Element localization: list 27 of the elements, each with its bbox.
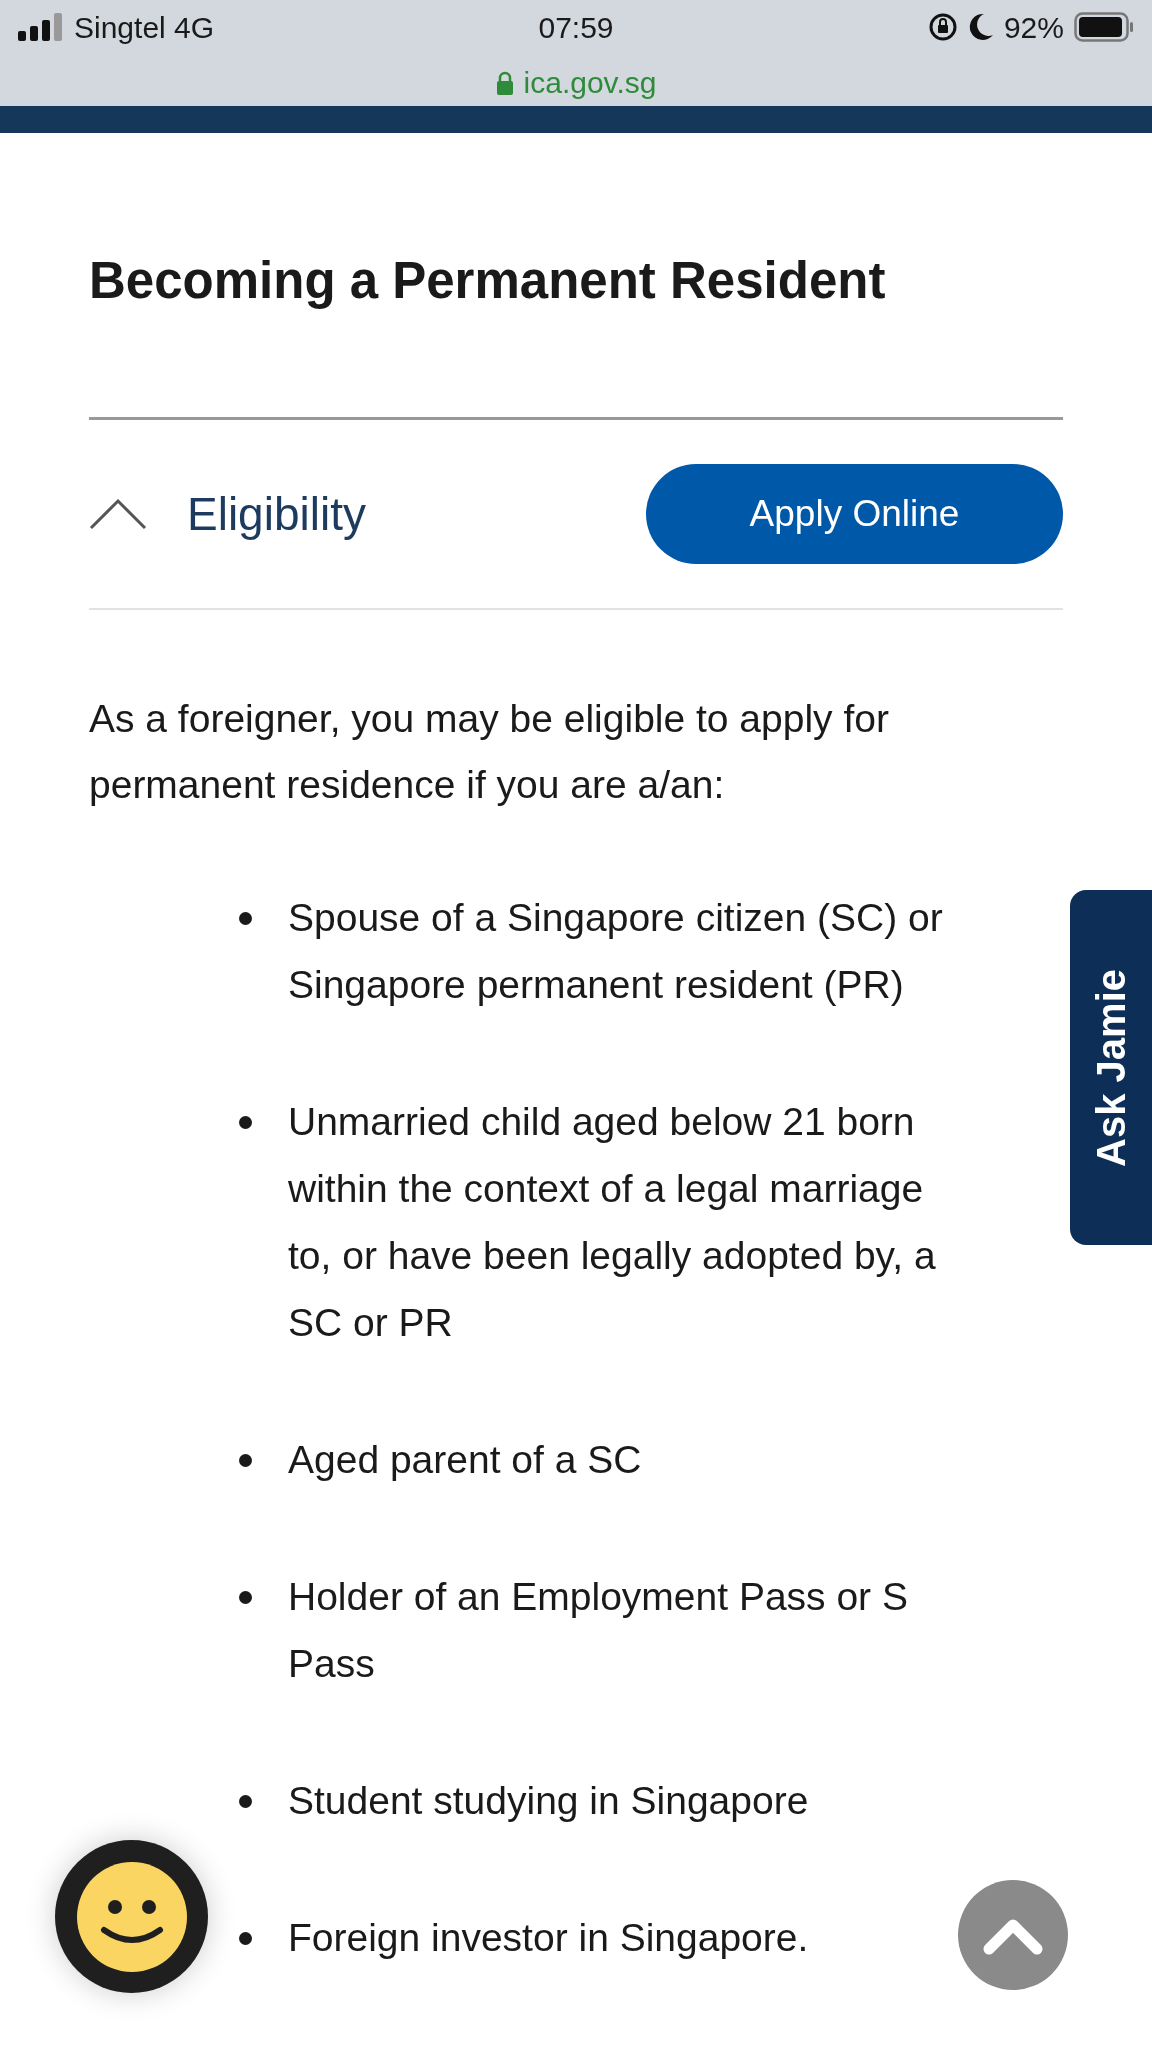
battery-icon	[1074, 12, 1134, 42]
lock-icon	[495, 70, 514, 95]
signal-icon	[18, 13, 64, 41]
chevron-up-icon	[89, 498, 147, 530]
bullet-icon	[239, 1591, 252, 1604]
page-title: Becoming a Permanent Resident	[89, 251, 887, 311]
list-item-text: Spouse of a Singapore citizen (SC) or Singapore permanent resident (PR)	[288, 895, 944, 1008]
accordion-header[interactable]: Eligibility	[89, 479, 366, 549]
bullet-icon	[239, 1795, 252, 1808]
bullet-icon	[239, 1454, 252, 1467]
apply-online-button[interactable]: Apply Online	[646, 464, 1063, 564]
intro-paragraph: As a foreigner, you may be eligible to apply for permanent residence if you are a/an:	[89, 696, 890, 808]
smiley-icon	[76, 1861, 187, 1972]
bullet-icon	[239, 912, 252, 925]
bullet-icon	[239, 1932, 252, 1945]
carrier-label: Singtel 4G	[74, 9, 215, 46]
list-item-text: Aged parent of a SC	[288, 1437, 643, 1483]
bullet-icon	[239, 1116, 252, 1129]
battery-percentage: 92%	[1003, 9, 1064, 46]
list-item-text: Unmarried child aged below 21 born within the context of a legal marriage to, or have been legally adopted by, a SC or PR	[288, 1099, 937, 1346]
list-item-text: Foreign investor in Singapore.	[288, 1915, 810, 1961]
ask-jamie-tab[interactable]: Ask Jamie	[1070, 890, 1152, 1245]
list-item-text: Student studying in Singapore	[288, 1778, 810, 1824]
list-item-text: Holder of an Employment Pass or S Pass	[288, 1574, 909, 1687]
moon-icon	[967, 13, 994, 41]
clock: 07:59	[538, 9, 614, 46]
rotation-lock-icon	[927, 12, 958, 42]
